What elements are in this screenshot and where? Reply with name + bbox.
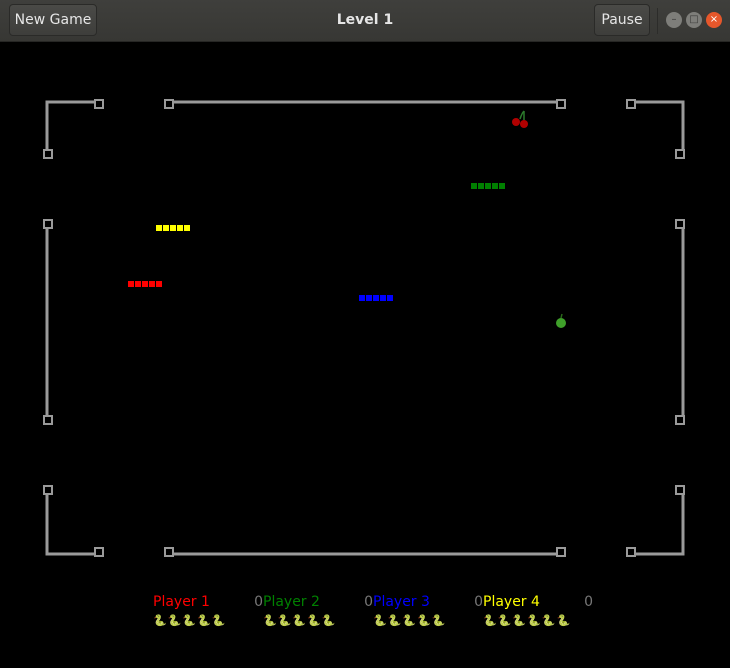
player-score: 0 xyxy=(254,594,263,610)
game-board xyxy=(43,99,685,557)
snakes xyxy=(128,183,505,301)
player-3-score: Player 3 0 🐍🐍🐍🐍🐍 xyxy=(373,594,483,634)
lives-icons: 🐍🐍🐍🐍🐍🐍 xyxy=(483,614,572,627)
player-1-score: Player 1 0 🐍🐍🐍🐍🐍 xyxy=(153,594,263,634)
title-bar: New Game Level 1 Pause – □ × xyxy=(0,0,730,42)
snake-player-1 xyxy=(128,281,162,287)
minimize-button[interactable]: – xyxy=(666,12,682,28)
player-score: 0 xyxy=(474,594,483,610)
snake-segment xyxy=(478,183,484,189)
lives-icons: 🐍🐍🐍🐍🐍 xyxy=(373,614,447,627)
snake-segment xyxy=(366,295,372,301)
snake-segment xyxy=(149,281,155,287)
close-button[interactable]: × xyxy=(706,12,722,28)
snake-segment xyxy=(177,225,183,231)
maximize-button[interactable]: □ xyxy=(686,12,702,28)
player-2-score: Player 2 0 🐍🐍🐍🐍🐍 xyxy=(263,594,373,634)
snake-segment xyxy=(373,295,379,301)
snake-player-4 xyxy=(156,225,190,231)
snake-segment xyxy=(387,295,393,301)
snake-segment xyxy=(471,183,477,189)
wall-bottom-right xyxy=(630,490,685,556)
snake-player-2 xyxy=(471,183,505,189)
separator xyxy=(657,8,658,34)
snake-player-3 xyxy=(359,295,393,301)
wall-top-right xyxy=(630,100,685,154)
snake-segment xyxy=(135,281,141,287)
player-score: 0 xyxy=(584,594,593,610)
snake-segment xyxy=(128,281,134,287)
player-name: Player 2 xyxy=(263,594,320,610)
snake-segment xyxy=(170,225,176,231)
snake-segment xyxy=(359,295,365,301)
snake-segment xyxy=(184,225,190,231)
player-4-score: Player 4 0 🐍🐍🐍🐍🐍🐍 xyxy=(483,594,593,634)
wall-bottom-left xyxy=(45,490,99,556)
wall-top-left xyxy=(45,100,99,154)
snake-segment xyxy=(163,225,169,231)
snake-segment xyxy=(485,183,491,189)
new-game-button[interactable]: New Game xyxy=(9,4,97,36)
snake-segment xyxy=(380,295,386,301)
wall-end-blocks xyxy=(43,99,685,557)
player-name: Player 3 xyxy=(373,594,430,610)
pause-button[interactable]: Pause xyxy=(594,4,650,36)
apple-icon xyxy=(556,313,566,328)
cherry-icon xyxy=(512,110,528,128)
snake-segment xyxy=(142,281,148,287)
snake-segment xyxy=(156,281,162,287)
player-name: Player 1 xyxy=(153,594,210,610)
snake-segment xyxy=(499,183,505,189)
player-score: 0 xyxy=(364,594,373,610)
walls xyxy=(45,100,685,556)
lives-icons: 🐍🐍🐍🐍🐍 xyxy=(153,614,227,627)
player-name: Player 4 xyxy=(483,594,540,610)
lives-icons: 🐍🐍🐍🐍🐍 xyxy=(263,614,337,627)
snake-segment xyxy=(156,225,162,231)
snake-segment xyxy=(492,183,498,189)
